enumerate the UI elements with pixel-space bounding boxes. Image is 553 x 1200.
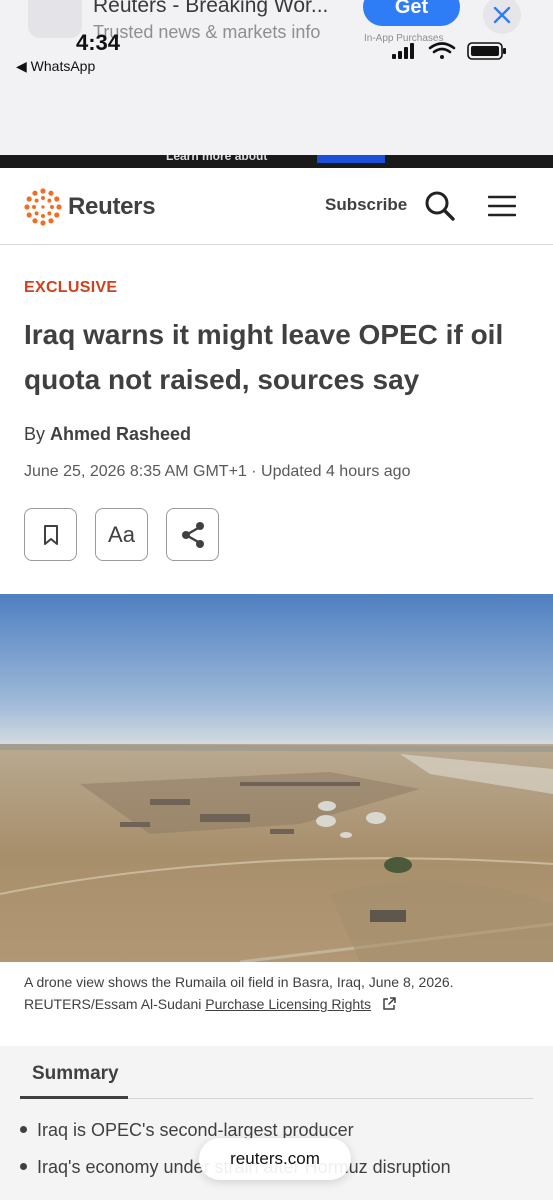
bullet-dot — [20, 1162, 27, 1170]
byline-prefix: By — [24, 424, 51, 444]
summary-tab-underline — [20, 1096, 128, 1099]
promo-strip-text: Learn more about — [166, 155, 268, 163]
font-size-label: Aa — [108, 521, 135, 547]
close-icon — [493, 6, 511, 24]
summary-title: Summary — [32, 1063, 119, 1084]
reuters-wordmark: Reuters — [68, 193, 156, 220]
article-headline: Iraq warns it might leave OPEC if oil qu… — [24, 319, 504, 395]
reuters-logo-icon — [24, 188, 62, 226]
menu-button[interactable] — [487, 194, 517, 218]
caption-text: A drone view shows the Rumaila oil field… — [24, 974, 454, 990]
summary-item-text: Iraq is OPEC's second-largest producer — [37, 1120, 354, 1140]
author-link[interactable]: Ahmed Rasheed — [50, 424, 191, 444]
battery-icon — [467, 42, 506, 60]
search-icon — [425, 191, 455, 221]
bullet-dot — [20, 1125, 27, 1133]
reuters-logo[interactable]: Reuters — [24, 188, 156, 226]
browser-url-bar[interactable]: reuters.com — [199, 1138, 351, 1180]
search-button[interactable] — [424, 190, 456, 222]
share-icon — [181, 521, 204, 548]
bookmark-button[interactable] — [24, 508, 77, 561]
back-to-whatsapp-link[interactable]: ◀ WhatsApp — [16, 58, 95, 75]
app-banner-subtitle: Trusted news & markets info — [93, 22, 321, 42]
app-banner-title: Reuters - Breaking Wor... — [93, 0, 329, 17]
cellular-signal-icon — [392, 43, 414, 59]
status-time: 4:34 — [76, 30, 121, 55]
purchase-licensing-link[interactable]: Purchase Licensing Rights — [205, 996, 371, 1012]
close-banner-button[interactable] — [483, 0, 521, 34]
article-photo[interactable] — [0, 594, 553, 962]
external-link-icon[interactable] — [381, 996, 397, 1012]
reuters-app-icon[interactable] — [28, 0, 82, 38]
article-dateline: June 25, 2026 8:35 AM GMT+1 · Updated 4 … — [24, 463, 411, 480]
byline: By Ahmed Rasheed — [24, 424, 191, 445]
bookmark-icon — [43, 524, 58, 545]
subscribe-button[interactable]: Subscribe — [325, 195, 407, 215]
hamburger-menu-icon — [487, 195, 517, 217]
promo-strip-badge — [317, 155, 385, 163]
photo-credit: REUTERS/Essam Al-Sudani — [24, 996, 206, 1012]
font-size-button[interactable]: Aa — [95, 508, 148, 561]
exclusive-kicker[interactable]: EXCLUSIVE — [24, 279, 117, 297]
site-header: Reuters Subscribe — [0, 168, 553, 245]
promo-strip[interactable]: Learn more about — [0, 155, 553, 168]
status-icons — [392, 42, 506, 60]
app-store-banner: Reuters - Breaking Wor... Trusted news &… — [0, 0, 553, 155]
wifi-icon — [428, 42, 456, 59]
get-app-button[interactable]: Get — [363, 0, 460, 26]
photo-caption: A drone view shows the Rumaila oil field… — [24, 971, 534, 1015]
share-button[interactable] — [166, 508, 219, 561]
